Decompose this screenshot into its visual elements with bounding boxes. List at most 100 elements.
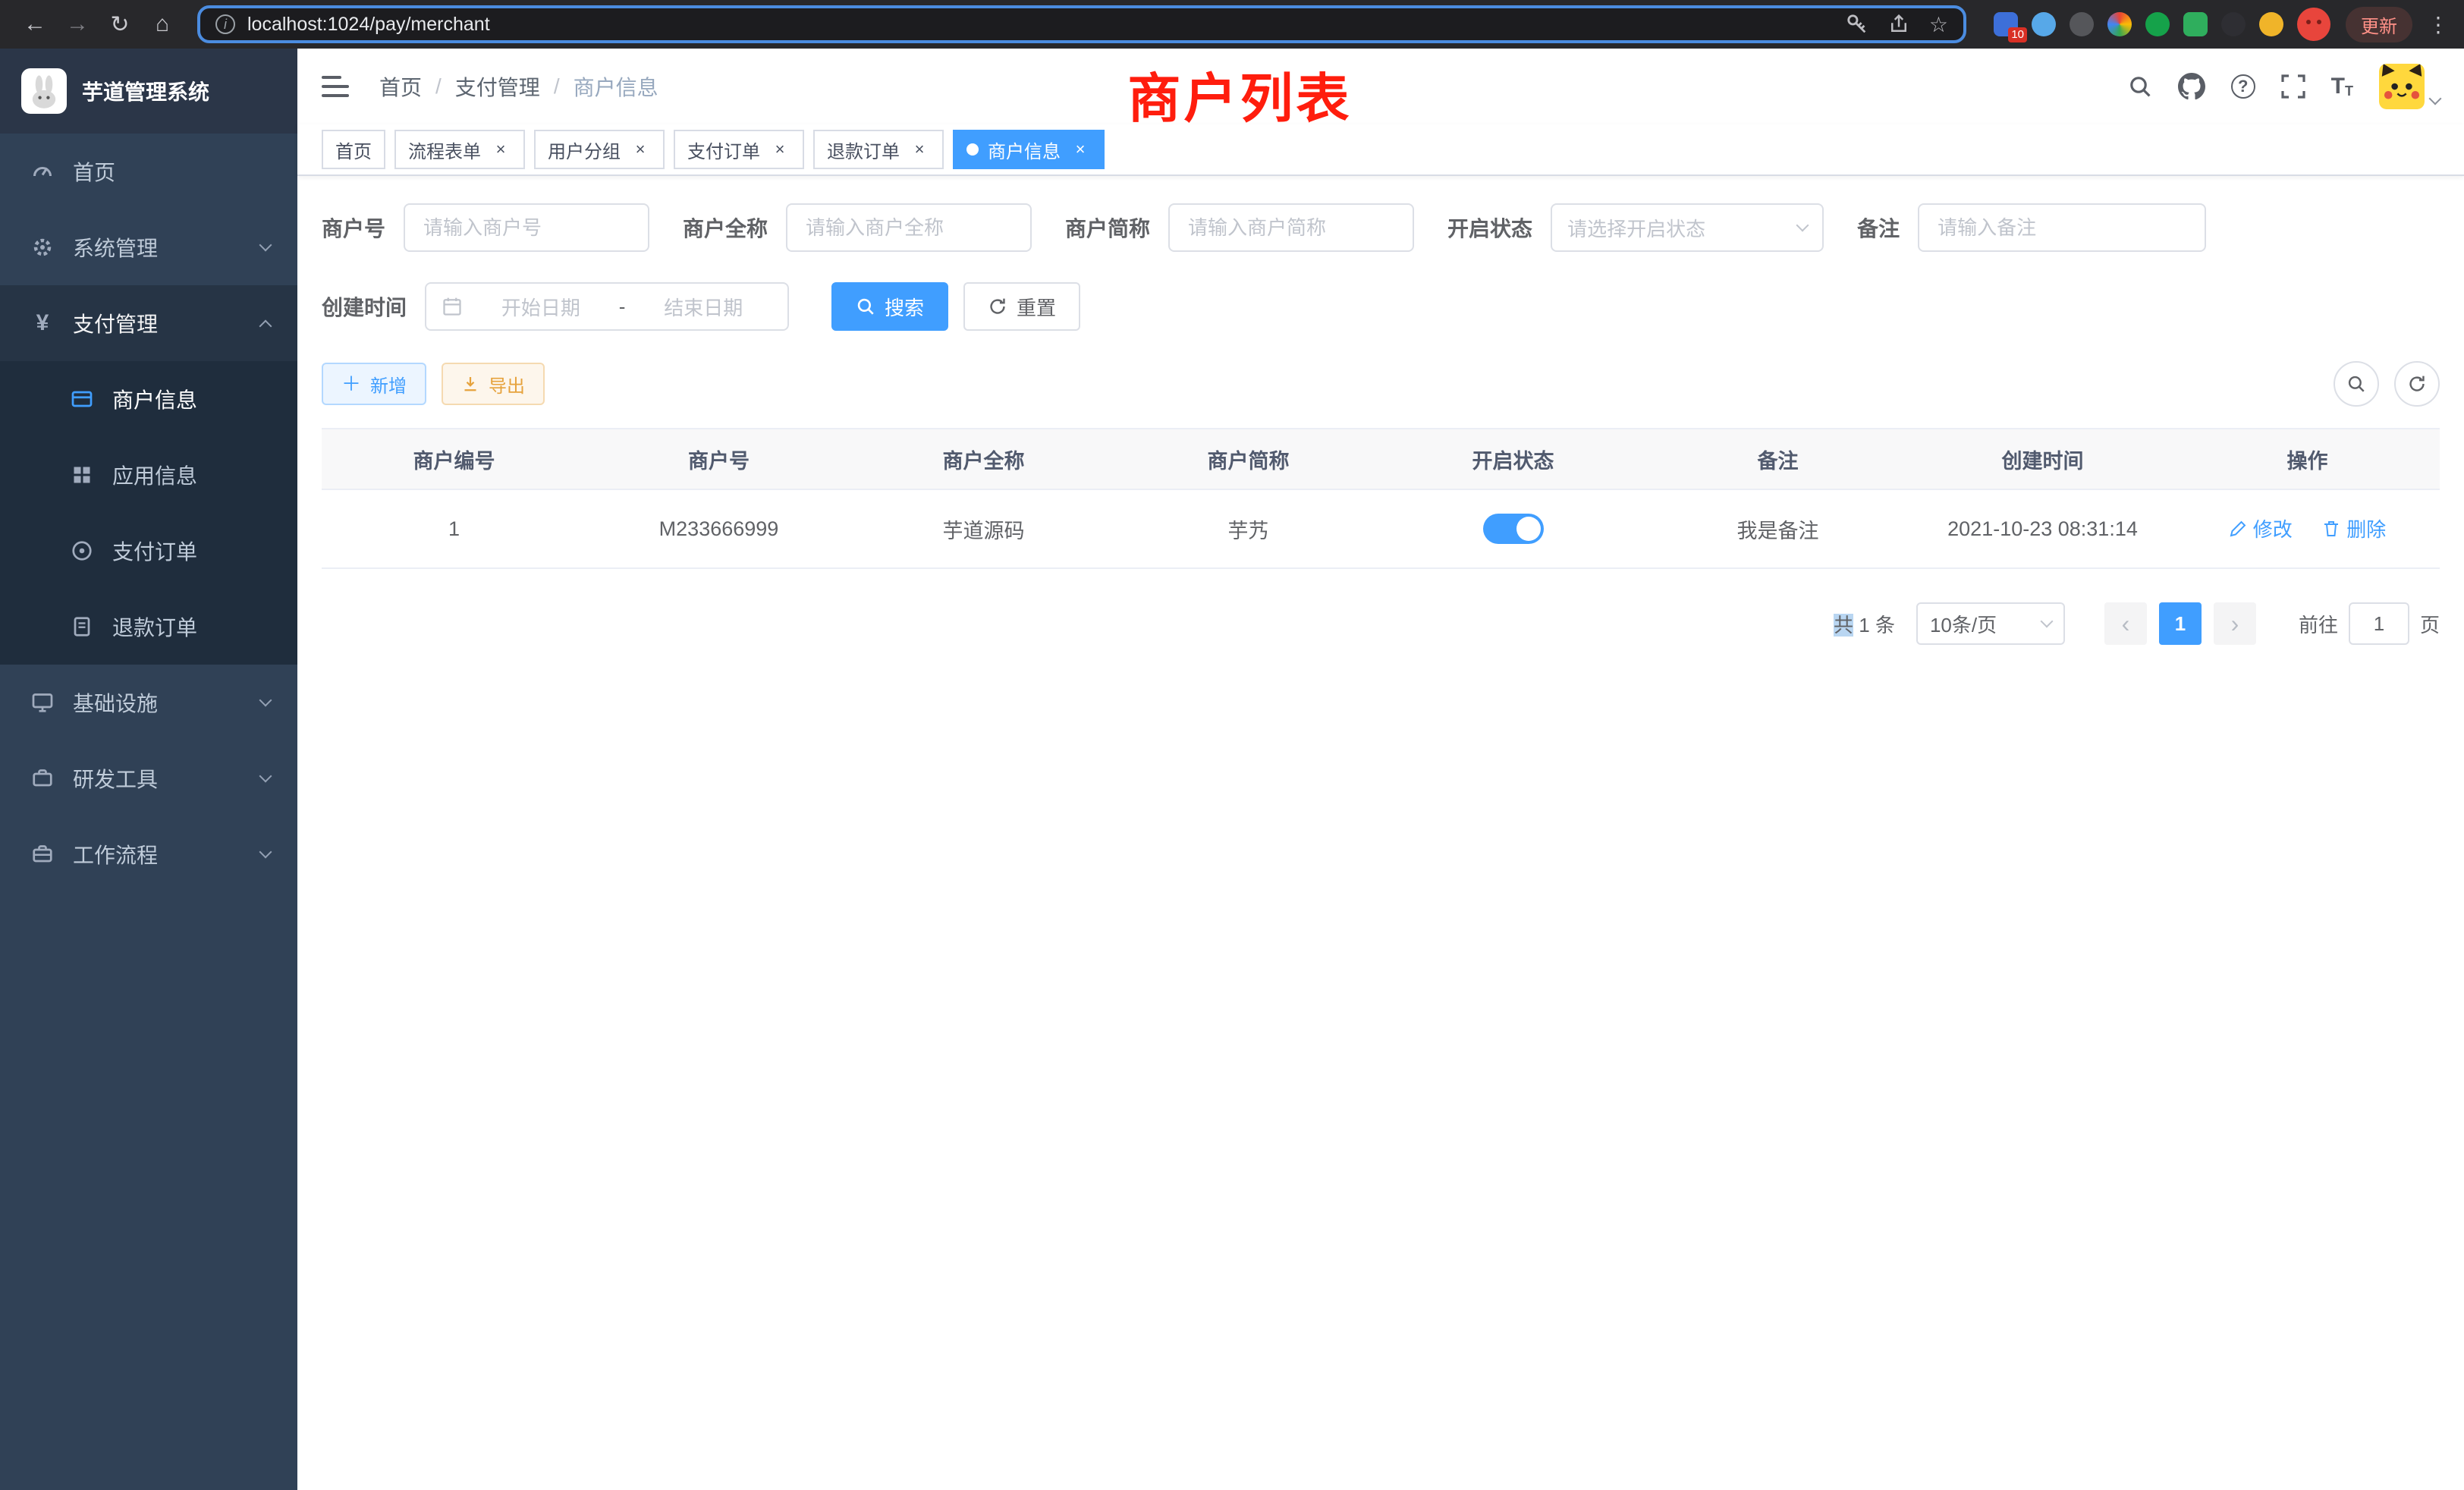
extension-icon-8[interactable]	[2259, 12, 2283, 36]
export-button[interactable]: 导出	[442, 363, 545, 405]
user-menu[interactable]	[2379, 64, 2440, 109]
status-select[interactable]: 请选择开启状态	[1551, 203, 1824, 252]
tab-refund-order[interactable]: 退款订单 ×	[813, 130, 944, 169]
filter-row-1: 商户号 商户全称 商户简称 开启状态 请选择开启状态	[322, 203, 2440, 252]
sidebar-item-dev-tools[interactable]: 研发工具	[0, 740, 297, 816]
browser-menu-icon[interactable]: ⋮	[2428, 12, 2449, 37]
search-button[interactable]: 搜索	[831, 282, 948, 331]
chevron-down-icon	[2040, 615, 2053, 628]
sidebar-item-payment[interactable]: ¥ 支付管理	[0, 285, 297, 361]
payment-submenu: 商户信息 应用信息 支付订单	[0, 361, 297, 665]
toggle-search-button[interactable]	[2334, 361, 2379, 407]
page-number-button[interactable]: 1	[2159, 602, 2202, 645]
site-info-icon[interactable]: i	[215, 14, 235, 34]
extension-icon-6[interactable]	[2183, 12, 2208, 36]
col-header[interactable]: 商户全称	[851, 429, 1116, 489]
home-button[interactable]: ⌂	[143, 5, 182, 44]
app-logo[interactable]: 芋道管理系统	[0, 49, 297, 134]
export-button-label: 导出	[489, 371, 525, 398]
browser-profile-avatar[interactable]	[2297, 8, 2330, 41]
col-header[interactable]: 商户号	[586, 429, 851, 489]
filter-merchant-no: 商户号	[322, 203, 649, 252]
tab-user-group[interactable]: 用户分组 ×	[534, 130, 665, 169]
close-tab-icon[interactable]: ×	[909, 139, 930, 160]
breadcrumb-payment[interactable]: 支付管理	[455, 71, 540, 102]
tab-merchant-info[interactable]: 商户信息 ×	[953, 130, 1105, 169]
full-name-input[interactable]	[786, 203, 1032, 252]
trash-icon	[2322, 520, 2340, 538]
extension-icon-2[interactable]	[2032, 12, 2056, 36]
reload-button[interactable]: ↻	[100, 5, 140, 44]
sidebar-item-system[interactable]: 系统管理	[0, 209, 297, 285]
breadcrumb: 首页 / 支付管理 / 商户信息	[379, 71, 658, 102]
breadcrumb-home[interactable]: 首页	[379, 71, 422, 102]
back-button[interactable]: ←	[15, 5, 55, 44]
refresh-table-button[interactable]	[2394, 361, 2440, 407]
sidebar-item-infrastructure[interactable]: 基础设施	[0, 665, 297, 740]
tab-pay-order[interactable]: 支付订单 ×	[674, 130, 804, 169]
sidebar-item-merchant-info[interactable]: 商户信息	[0, 361, 297, 437]
delete-link[interactable]: 删除	[2322, 514, 2386, 542]
status-toggle[interactable]	[1483, 514, 1544, 544]
extension-icon-1[interactable]: 10	[1994, 12, 2018, 36]
extension-icon-3[interactable]	[2070, 12, 2094, 36]
gear-icon	[30, 236, 55, 259]
table-row[interactable]: 1 M233666999 芋道源码 芋艿 我是备注 2021-10-23 08:…	[322, 489, 2440, 568]
tab-process-form[interactable]: 流程表单 ×	[394, 130, 525, 169]
field-label: 创建时间	[322, 291, 407, 322]
bookmark-star-icon[interactable]: ☆	[1929, 12, 1948, 37]
sidebar-item-refund-order[interactable]: 退款订单	[0, 589, 297, 665]
help-icon[interactable]: ?	[2231, 74, 2255, 99]
top-navbar: 首页 / 支付管理 / 商户信息 商户列表 ?	[297, 49, 2464, 124]
date-range-picker[interactable]: 开始日期 - 结束日期	[425, 282, 789, 331]
short-name-input[interactable]	[1168, 203, 1414, 252]
app-grid-icon	[70, 464, 94, 486]
remark-input[interactable]	[1918, 203, 2206, 252]
forward-button[interactable]: →	[58, 5, 97, 44]
close-tab-icon[interactable]: ×	[769, 139, 790, 160]
github-icon[interactable]	[2178, 73, 2205, 100]
goto-page-input[interactable]	[2349, 602, 2409, 645]
browser-window: ← → ↻ ⌂ i localhost:1024/pay/merchant ☆ …	[0, 0, 2464, 1490]
col-header[interactable]: 商户简称	[1116, 429, 1381, 489]
extension-icon-7[interactable]	[2221, 12, 2246, 36]
col-header[interactable]: 开启状态	[1381, 429, 1645, 489]
search-icon[interactable]	[2128, 74, 2152, 99]
share-icon[interactable]	[1888, 14, 1909, 35]
extension-icon-5[interactable]	[2145, 12, 2170, 36]
page-size-select[interactable]: 10条/页	[1916, 602, 2065, 645]
search-button-label: 搜索	[885, 293, 924, 321]
sidebar-item-pay-order[interactable]: 支付订单	[0, 513, 297, 589]
next-page-button[interactable]: ›	[2214, 602, 2256, 645]
reset-button[interactable]: 重置	[963, 282, 1080, 331]
end-date-placeholder[interactable]: 结束日期	[634, 293, 772, 321]
merchant-no-input[interactable]	[404, 203, 649, 252]
edit-link[interactable]: 修改	[2229, 514, 2293, 542]
filter-short-name: 商户简称	[1065, 203, 1414, 252]
close-tab-icon[interactable]: ×	[1070, 139, 1091, 160]
address-bar[interactable]: i localhost:1024/pay/merchant ☆	[197, 5, 1966, 43]
chrome-update-button[interactable]: 更新	[2346, 7, 2412, 42]
close-tab-icon[interactable]: ×	[490, 139, 511, 160]
col-header[interactable]: 创建时间	[1910, 429, 2175, 489]
field-label: 商户号	[322, 212, 385, 243]
extension-icon-4[interactable]	[2107, 12, 2132, 36]
sidebar-toggle-icon[interactable]	[322, 76, 352, 97]
sidebar-item-home[interactable]: 首页	[0, 134, 297, 209]
password-key-icon[interactable]	[1846, 13, 1868, 36]
col-header[interactable]: 商户编号	[322, 429, 586, 489]
start-date-placeholder[interactable]: 开始日期	[472, 293, 610, 321]
font-size-icon[interactable]: TT	[2331, 75, 2353, 98]
sidebar-item-label: 商户信息	[112, 384, 197, 414]
col-header[interactable]: 备注	[1645, 429, 1910, 489]
close-tab-icon[interactable]: ×	[630, 139, 651, 160]
fullscreen-icon[interactable]	[2281, 74, 2305, 99]
extension-badge: 10	[2008, 27, 2027, 42]
prev-page-button[interactable]: ‹	[2104, 602, 2147, 645]
col-header[interactable]: 操作	[2175, 429, 2440, 489]
sidebar-item-workflow[interactable]: 工作流程	[0, 816, 297, 892]
tab-home[interactable]: 首页	[322, 130, 385, 169]
url-text[interactable]: localhost:1024/pay/merchant	[247, 14, 1834, 36]
sidebar-item-app-info[interactable]: 应用信息	[0, 437, 297, 513]
add-button[interactable]: ＋ 新增	[322, 363, 426, 405]
